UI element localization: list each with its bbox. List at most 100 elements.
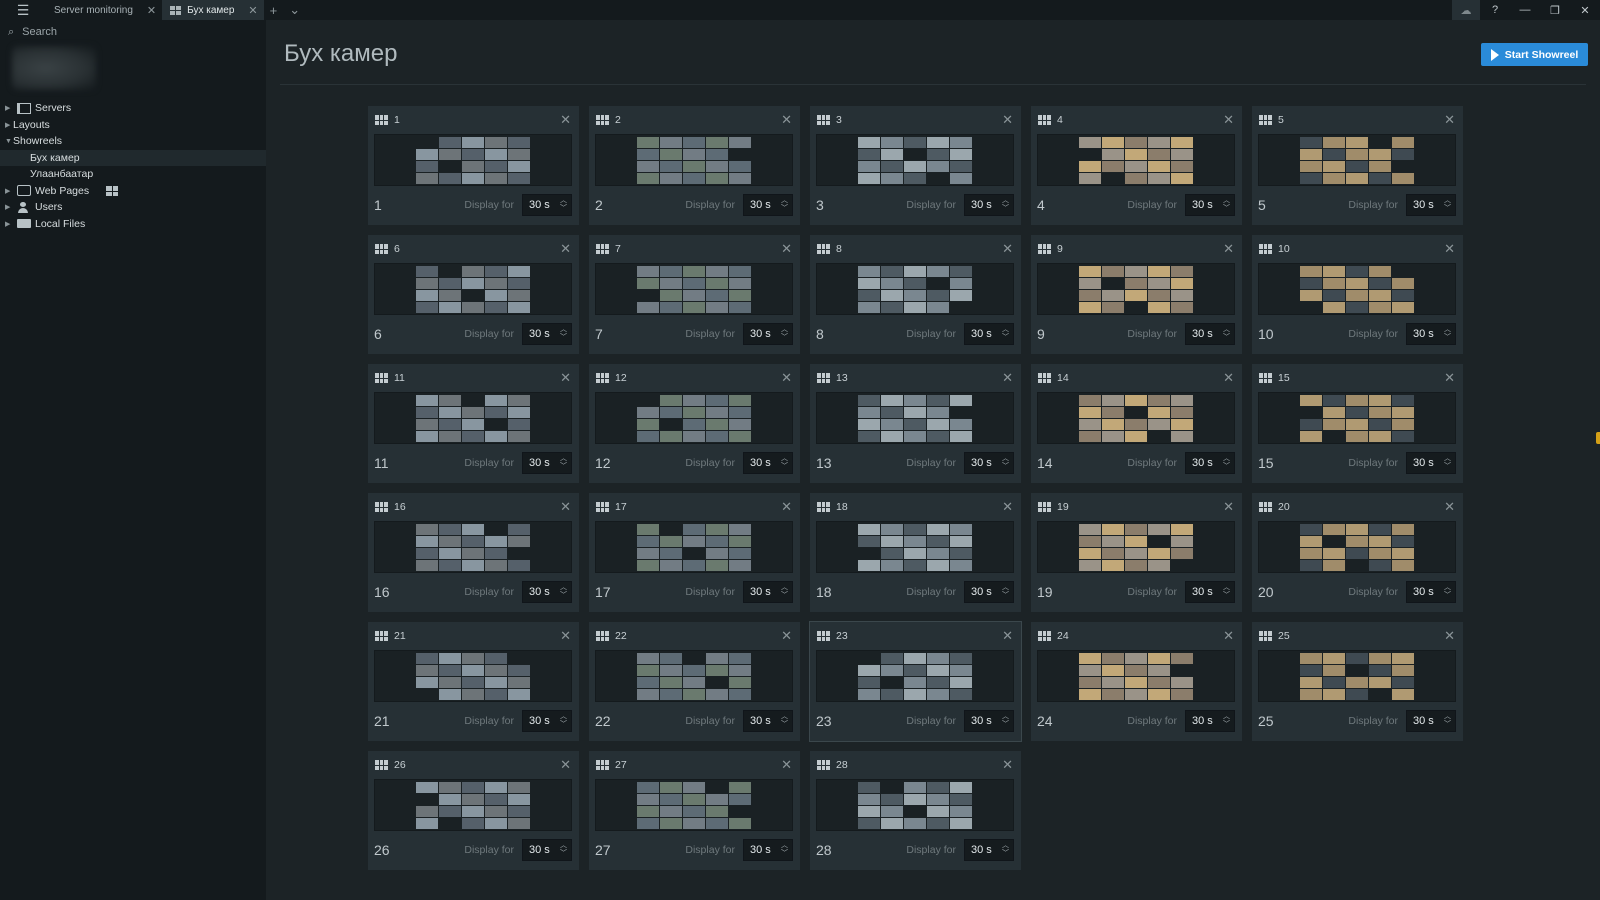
tree-item-showreels[interactable]: ▼ Showreels [0,133,266,196]
tree-item-servers[interactable]: ▶ Servers [0,100,266,117]
layout-preview[interactable] [1258,392,1456,444]
layout-preview[interactable] [816,263,1014,315]
spin-arrows-icon[interactable]: ︿ ﹀ [1223,713,1230,729]
showreel-item-card[interactable]: 8 ✕ 8 Display for 30 s ︿ ﹀ [810,235,1021,354]
duration-spinbox[interactable]: 30 s ︿ ﹀ [522,581,572,603]
duration-spinbox[interactable]: 30 s ︿ ﹀ [522,452,572,474]
duration-value[interactable]: 30 s [1192,715,1213,727]
spin-arrows-icon[interactable]: ︿ ﹀ [1002,713,1009,729]
duration-value[interactable]: 30 s [971,844,992,856]
layout-preview[interactable] [1037,263,1235,315]
spin-arrows-icon[interactable]: ︿ ﹀ [1002,842,1009,858]
duration-value[interactable]: 30 s [971,586,992,598]
layout-preview[interactable] [816,392,1014,444]
remove-item-icon[interactable]: ✕ [1444,112,1455,128]
layout-preview[interactable] [595,392,793,444]
showreel-item-card[interactable]: 14 ✕ 14 Display for 30 s ︿ ﹀ [1031,364,1242,483]
layout-preview[interactable] [374,521,572,573]
expand-arrow-icon[interactable]: ▶ [5,203,13,211]
spin-arrows-icon[interactable]: ︿ ﹀ [560,842,567,858]
remove-item-icon[interactable]: ✕ [1002,628,1013,644]
close-window-icon[interactable]: ✕ [1570,0,1600,20]
showreel-item-card[interactable]: 11 ✕ 11 Display for 30 s ︿ ﹀ [368,364,579,483]
duration-spinbox[interactable]: 30 s ︿ ﹀ [964,194,1014,216]
duration-spinbox[interactable]: 30 s ︿ ﹀ [964,839,1014,861]
showreel-item-card[interactable]: 10 ✕ 10 Display for 30 s ︿ ﹀ [1252,235,1463,354]
showreel-item-card[interactable]: 15 ✕ 15 Display for 30 s ︿ ﹀ [1252,364,1463,483]
remove-item-icon[interactable]: ✕ [781,628,792,644]
minimize-icon[interactable]: — [1510,0,1540,20]
duration-value[interactable]: 30 s [529,199,550,211]
remove-item-icon[interactable]: ✕ [1223,241,1234,257]
showreel-item-card[interactable]: 26 ✕ 26 Display for 30 s ︿ ﹀ [368,751,579,870]
remove-item-icon[interactable]: ✕ [560,628,571,644]
showreel-item-card[interactable]: 3 ✕ 3 Display for 30 s ︿ ﹀ [810,106,1021,225]
restore-icon[interactable]: ❐ [1540,0,1570,20]
showreel-item-card[interactable]: 12 ✕ 12 Display for 30 s ︿ ﹀ [589,364,800,483]
remove-item-icon[interactable]: ✕ [1002,112,1013,128]
spin-arrows-icon[interactable]: ︿ ﹀ [1444,713,1451,729]
cloud-icon[interactable]: ☁ [1452,0,1480,20]
duration-value[interactable]: 30 s [1192,199,1213,211]
duration-value[interactable]: 30 s [971,715,992,727]
spin-arrows-icon[interactable]: ︿ ﹀ [781,326,788,342]
duration-spinbox[interactable]: 30 s ︿ ﹀ [1185,452,1235,474]
remove-item-icon[interactable]: ✕ [781,757,792,773]
spin-arrows-icon[interactable]: ︿ ﹀ [1444,455,1451,471]
duration-value[interactable]: 30 s [529,457,550,469]
showreel-item-card[interactable]: 28 ✕ 28 Display for 30 s ︿ ﹀ [810,751,1021,870]
duration-value[interactable]: 30 s [1413,328,1434,340]
spin-arrows-icon[interactable]: ︿ ﹀ [781,584,788,600]
layout-preview[interactable] [1258,263,1456,315]
duration-spinbox[interactable]: 30 s ︿ ﹀ [1185,581,1235,603]
spin-arrows-icon[interactable]: ︿ ﹀ [781,713,788,729]
showreel-item-card[interactable]: 13 ✕ 13 Display for 30 s ︿ ﹀ [810,364,1021,483]
duration-spinbox[interactable]: 30 s ︿ ﹀ [743,839,793,861]
search-bar[interactable]: ⌕ Search [0,20,266,44]
spin-arrows-icon[interactable]: ︿ ﹀ [560,197,567,213]
remove-item-icon[interactable]: ✕ [1444,370,1455,386]
remove-item-icon[interactable]: ✕ [1444,241,1455,257]
layout-preview[interactable] [1037,134,1235,186]
duration-spinbox[interactable]: 30 s ︿ ﹀ [964,452,1014,474]
layout-preview[interactable] [374,392,572,444]
layout-preview[interactable] [816,521,1014,573]
remove-item-icon[interactable]: ✕ [781,370,792,386]
showreel-item-card[interactable]: 27 ✕ 27 Display for 30 s ︿ ﹀ [589,751,800,870]
showreel-item-card[interactable]: 23 ✕ 23 Display for 30 s ︿ ﹀ [809,621,1022,742]
duration-spinbox[interactable]: 30 s ︿ ﹀ [743,452,793,474]
layout-preview[interactable] [595,779,793,831]
expand-arrow-icon[interactable]: ▶ [5,121,13,129]
remove-item-icon[interactable]: ✕ [1002,241,1013,257]
remove-item-icon[interactable]: ✕ [560,241,571,257]
remove-item-icon[interactable]: ✕ [560,757,571,773]
duration-spinbox[interactable]: 30 s ︿ ﹀ [1185,194,1235,216]
duration-value[interactable]: 30 s [529,844,550,856]
duration-spinbox[interactable]: 30 s ︿ ﹀ [1406,710,1456,732]
remove-item-icon[interactable]: ✕ [560,112,571,128]
layout-preview[interactable] [374,134,572,186]
close-icon[interactable]: ✕ [248,4,257,17]
duration-value[interactable]: 30 s [529,328,550,340]
duration-spinbox[interactable]: 30 s ︿ ﹀ [1406,581,1456,603]
remove-item-icon[interactable]: ✕ [1002,370,1013,386]
duration-spinbox[interactable]: 30 s ︿ ﹀ [522,839,572,861]
collapse-arrow-icon[interactable]: ▼ [5,138,13,145]
remove-item-icon[interactable]: ✕ [781,241,792,257]
remove-item-icon[interactable]: ✕ [1223,499,1234,515]
showreel-item-card[interactable]: 1 ✕ 1 Display for 30 s ︿ ﹀ [368,106,579,225]
help-icon[interactable]: ? [1480,0,1510,20]
tree-item-users[interactable]: ▶ Users [0,199,266,216]
duration-value[interactable]: 30 s [750,457,771,469]
showreel-item-card[interactable]: 19 ✕ 19 Display for 30 s ︿ ﹀ [1031,493,1242,612]
duration-value[interactable]: 30 s [1192,457,1213,469]
duration-value[interactable]: 30 s [971,457,992,469]
spin-arrows-icon[interactable]: ︿ ﹀ [1444,197,1451,213]
showreel-item-card[interactable]: 25 ✕ 25 Display for 30 s ︿ ﹀ [1252,622,1463,741]
layout-preview[interactable] [595,134,793,186]
spin-arrows-icon[interactable]: ︿ ﹀ [560,455,567,471]
duration-value[interactable]: 30 s [529,586,550,598]
start-showreel-button[interactable]: Start Showreel [1481,43,1588,66]
duration-spinbox[interactable]: 30 s ︿ ﹀ [522,323,572,345]
duration-spinbox[interactable]: 30 s ︿ ﹀ [522,710,572,732]
